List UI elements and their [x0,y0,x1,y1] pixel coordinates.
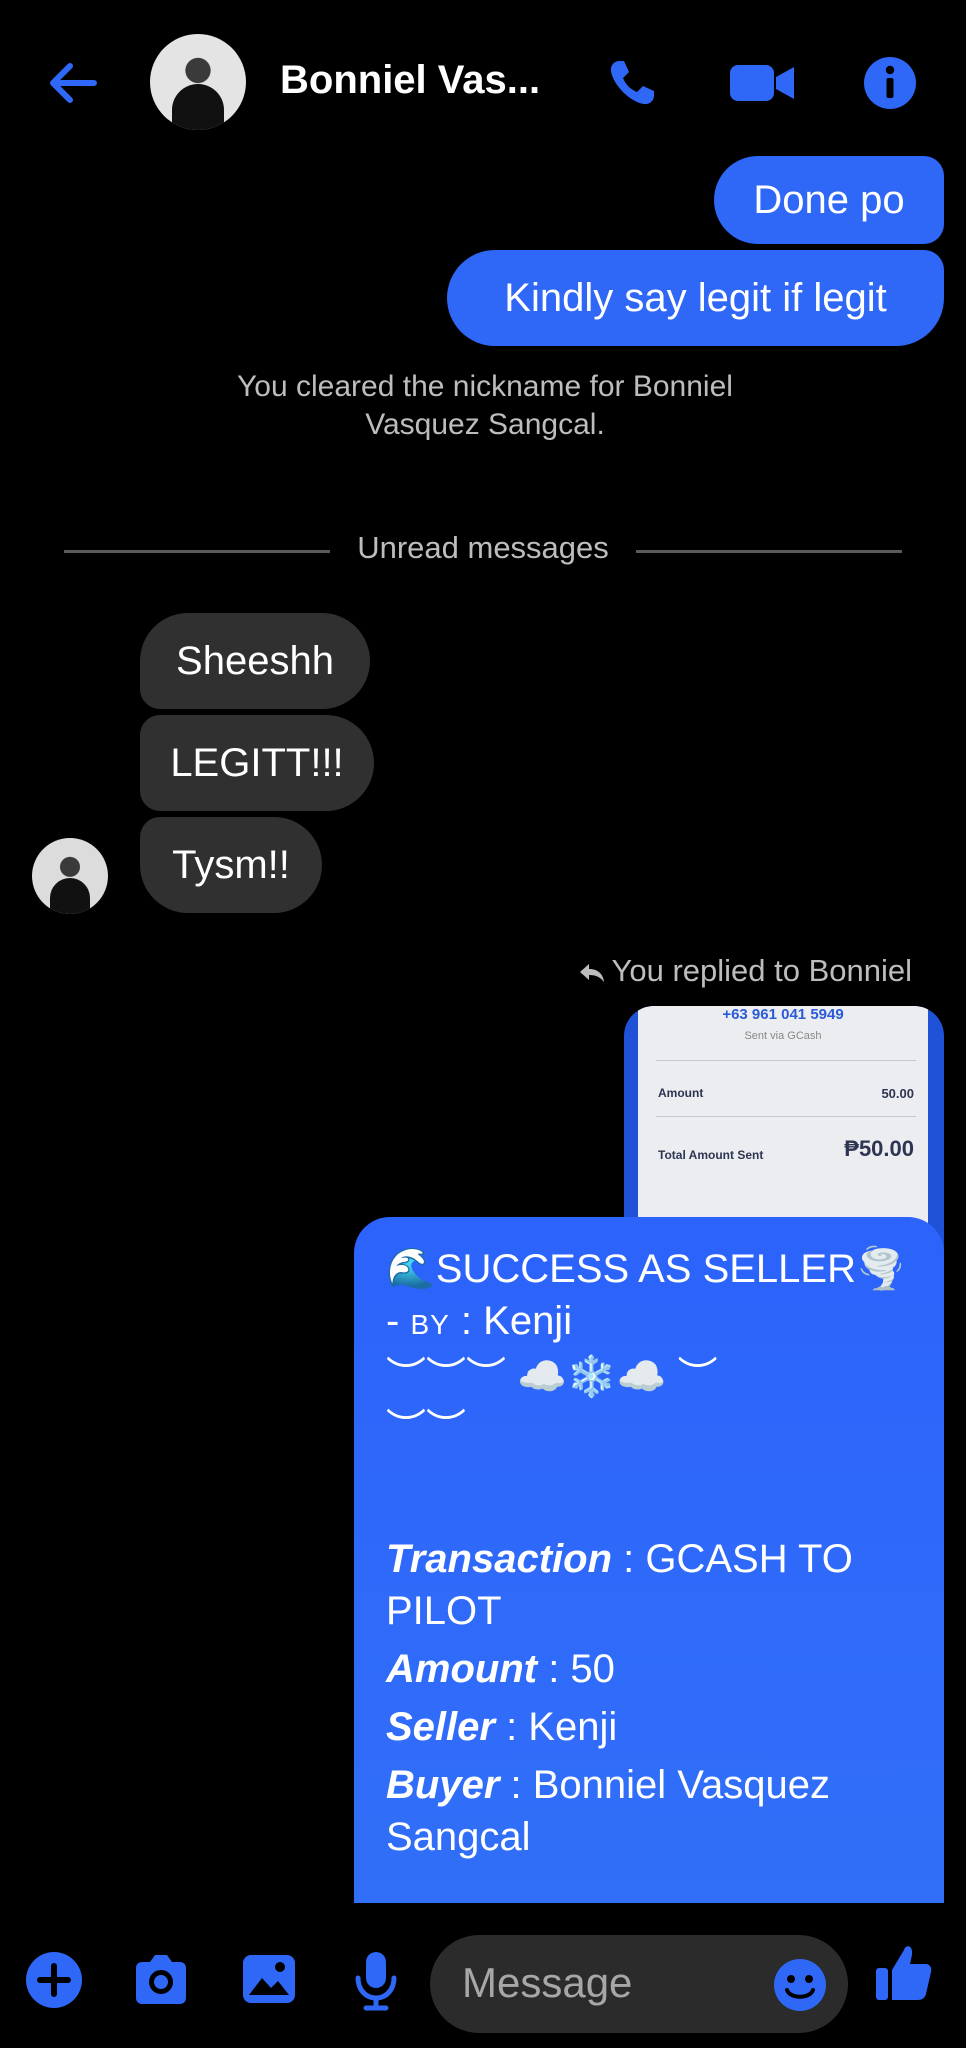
sent-message[interactable]: Kindly say legit if legit [447,250,944,346]
message-text: Tysm!! [172,843,290,887]
video-camera-icon[interactable] [728,55,796,111]
sent-message[interactable]: Done po [714,156,944,244]
message-text: Kindly say legit if legit [504,276,887,320]
receipt-amount-value: 50.00 [881,1086,914,1101]
sent-message-long[interactable]: 🌊SUCCESS AS SELLER🌪️ - BY : Kenji ︶︶︶ ☁️… [354,1217,944,1903]
receipt-sent-via: Sent via GCash [744,1030,822,1042]
sender-avatar[interactable] [32,838,108,914]
received-message[interactable]: LEGITT!!! [140,715,374,811]
receipt-total-label: Total Amount Sent [658,1148,764,1162]
gallery-icon[interactable] [240,1950,298,2008]
received-message[interactable]: Tysm!! [140,817,322,913]
chat-header: Bonniel Vas... [0,0,966,160]
reply-arrow-icon [579,963,604,982]
receipt-divider [656,1060,916,1061]
microphone-icon[interactable] [350,1950,402,2012]
message-text: LEGITT!!! [170,741,344,785]
receipt-phone: +63 961 041 5949 [722,1006,844,1023]
unread-messages-divider: Unread messages [357,530,609,565]
reply-notice: You replied to Bonniel [578,953,912,989]
message-text: Done po [753,178,905,222]
contact-name[interactable]: Bonniel Vas... [280,58,540,103]
thumbs-up-icon[interactable] [874,1942,934,2004]
message-text: Sheeshh [176,639,334,683]
received-message[interactable]: Sheeshh [140,613,370,709]
plus-icon[interactable] [24,1950,84,2010]
receipt-amount-label: Amount [658,1086,704,1100]
phone-icon[interactable] [604,55,660,111]
message-placeholder: Message [462,1959,633,2006]
info-icon[interactable] [862,55,918,111]
system-notice: You cleared the nickname for Bonniel Vas… [237,370,733,441]
camera-icon[interactable] [130,1950,192,2010]
message-text: 🌊SUCCESS AS SELLER🌪️ - BY : Kenji ︶︶︶ ☁️… [386,1247,906,1859]
contact-avatar[interactable] [150,34,246,130]
message-input[interactable]: Message [430,1935,848,2033]
receipt-divider [656,1116,916,1117]
emoji-icon[interactable] [772,1957,828,2013]
back-arrow-icon[interactable] [44,58,104,108]
receipt-total-value: ₱50.00 [844,1136,914,1161]
